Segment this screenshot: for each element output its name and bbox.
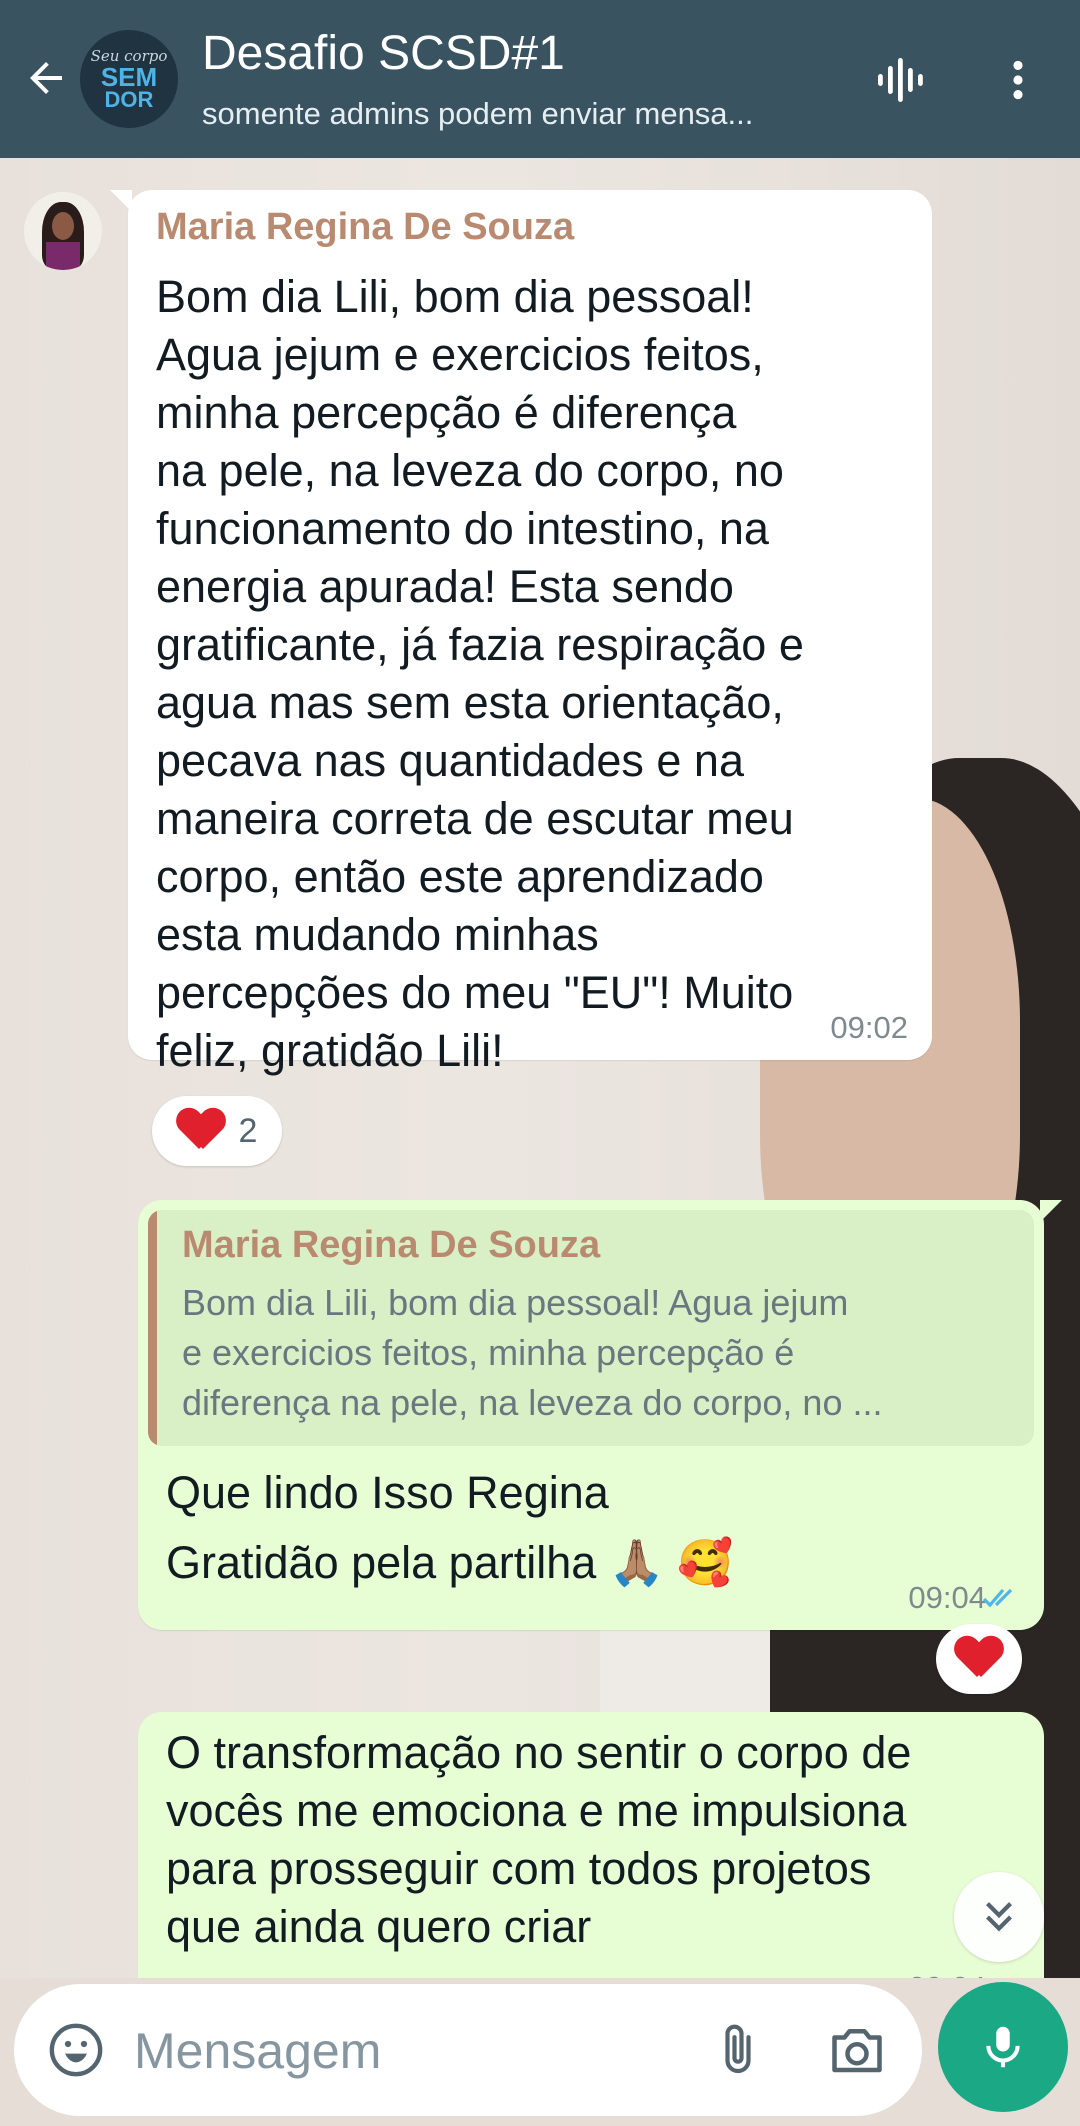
outgoing-message[interactable]: Maria Regina De Souza Bom dia Lili, bom … (138, 1200, 1062, 1630)
back-button[interactable] (18, 50, 74, 106)
emoji-button[interactable] (44, 2018, 108, 2082)
voice-message-button[interactable] (938, 1982, 1068, 2112)
incoming-message[interactable]: Maria Regina De Souza Bom dia Lili, bom … (110, 190, 932, 1076)
double-chevron-down-icon (986, 1902, 1012, 1932)
chat-title[interactable]: Desafio SCSD#1 (202, 26, 565, 81)
sender-avatar[interactable] (24, 192, 102, 270)
message-input-box[interactable] (14, 1984, 922, 2116)
emoji-icon (49, 2023, 103, 2077)
more-vert-icon (1013, 60, 1023, 100)
message-text: Bom dia Lili, bom dia pessoal! Agua jeju… (156, 271, 804, 1076)
reaction-badge[interactable] (936, 1624, 1022, 1694)
audio-chat-button[interactable] (870, 50, 930, 110)
arrow-left-icon (30, 62, 62, 94)
heart-icon (177, 1109, 225, 1153)
quoted-message[interactable]: Maria Regina De Souza Bom dia Lili, bom … (148, 1210, 1034, 1446)
camera-button[interactable] (822, 2018, 892, 2082)
quoted-text: Bom dia Lili, bom dia pessoal! Agua jeju… (182, 1282, 883, 1423)
reaction-count: 2 (238, 1111, 258, 1150)
chat-area[interactable]: Maria Regina De Souza Bom dia Lili, bom … (0, 158, 1080, 1978)
group-avatar-line2: SEM (100, 62, 158, 92)
camera-icon (832, 2029, 882, 2073)
group-avatar[interactable]: Seu corpo SEM DOR (80, 30, 178, 128)
chat-header: Seu corpo SEM DOR Desafio SCSD#1 somente… (0, 0, 1080, 158)
message-text: Que lindo Isso Regina Gratidão pela part… (166, 1467, 734, 1588)
message-input[interactable] (134, 2016, 694, 2086)
group-avatar-line3: DOR (104, 87, 154, 112)
sender-name[interactable]: Maria Regina De Souza (156, 206, 574, 249)
chat-subtitle[interactable]: somente admins podem enviar mensa... (202, 96, 832, 132)
composer-bar (0, 1978, 1080, 2126)
heart-icon (955, 1637, 1003, 1681)
more-options-button[interactable] (988, 50, 1048, 110)
message-time: 09:02 (830, 1010, 908, 1045)
reaction-badge[interactable]: 2 (152, 1096, 282, 1166)
waveform-icon (878, 58, 923, 102)
quoted-sender: Maria Regina De Souza (182, 1224, 601, 1266)
message-text: O transformação no sentir o corpo de voc… (166, 1727, 912, 1952)
message-time: 09:04 (908, 1970, 986, 1978)
attach-button[interactable] (706, 2018, 770, 2082)
message-time: 09:04 (908, 1580, 986, 1615)
scroll-to-bottom-button[interactable] (954, 1872, 1044, 1962)
outgoing-message[interactable]: O transformação no sentir o corpo de voc… (138, 1712, 1044, 1978)
read-receipt-icon (982, 1588, 1013, 1608)
microphone-icon (986, 2026, 1020, 2068)
paperclip-icon (725, 2024, 751, 2074)
